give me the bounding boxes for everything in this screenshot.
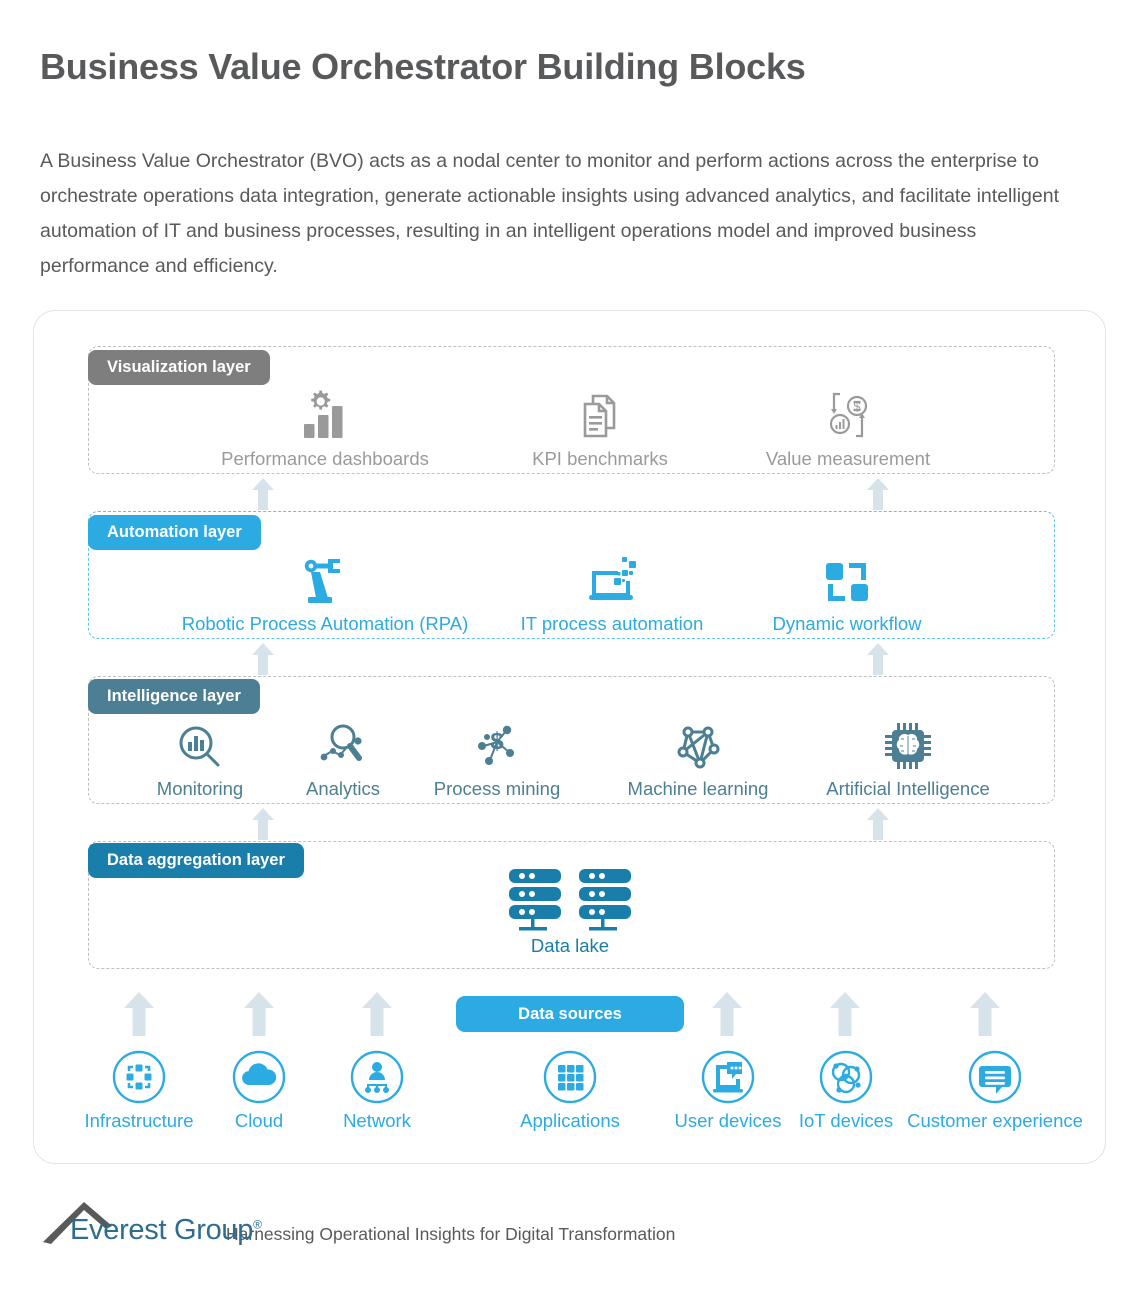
source-customer-experience: Customer experience bbox=[900, 1048, 1090, 1132]
item-label: Robotic Process Automation (RPA) bbox=[181, 613, 469, 634]
item-data-lake: Data lake bbox=[470, 865, 670, 957]
item-kpi-benchmarks: KPI benchmarks bbox=[500, 386, 700, 470]
item-dynamic-workflow: Dynamic workflow bbox=[762, 551, 932, 635]
intelligence-layer-label: Intelligence layer bbox=[88, 679, 260, 714]
item-performance-dashboards: Performance dashboards bbox=[212, 386, 438, 470]
item-it-process-automation: IT process automation bbox=[512, 551, 712, 635]
arrow-network-up bbox=[360, 992, 394, 1041]
magnifier-bars-icon bbox=[138, 716, 262, 772]
arrow-user-devices-up bbox=[710, 992, 744, 1041]
arrow-infrastructure-up bbox=[122, 992, 156, 1041]
footer-tagline: Harnessing Operational Insights for Digi… bbox=[226, 1224, 676, 1244]
item-label: Artificial Intelligence bbox=[826, 778, 990, 799]
item-label: Analytics bbox=[305, 778, 381, 799]
visualization-layer-label: Visualization layer bbox=[88, 350, 270, 385]
source-infrastructure: Infrastructure bbox=[74, 1048, 204, 1132]
item-label: Performance dashboards bbox=[221, 448, 429, 469]
source-label: Cloud bbox=[234, 1110, 284, 1131]
arrow-data-to-intelligence-right bbox=[865, 808, 891, 840]
arrow-intelligence-to-automation-right bbox=[865, 643, 891, 675]
item-label: Data lake bbox=[530, 935, 610, 956]
source-label: IoT devices bbox=[798, 1110, 894, 1131]
source-user-devices: User devices bbox=[665, 1048, 791, 1132]
arrow-data-to-intelligence bbox=[250, 808, 276, 840]
source-label: Applications bbox=[520, 1110, 620, 1131]
infrastructure-frame-icon bbox=[74, 1048, 204, 1106]
item-process-mining: $ Process mining bbox=[424, 716, 570, 800]
item-label: KPI benchmarks bbox=[532, 448, 668, 469]
brain-chip-icon bbox=[810, 716, 1006, 772]
everest-group-logo: Everest Group® bbox=[40, 1196, 262, 1252]
item-label: Monitoring bbox=[156, 778, 244, 799]
source-label: Infrastructure bbox=[84, 1110, 194, 1131]
arrow-automation-to-visualization-right bbox=[865, 478, 891, 510]
item-analytics: Analytics bbox=[290, 716, 396, 800]
server-stacks-icon bbox=[470, 865, 670, 933]
arrow-intelligence-to-automation bbox=[250, 643, 276, 675]
cloud-icon bbox=[204, 1048, 314, 1106]
automation-layer-label: Automation layer bbox=[88, 515, 261, 550]
item-monitoring: Monitoring bbox=[138, 716, 262, 800]
data-sources-label: Data sources bbox=[456, 996, 684, 1032]
item-label: Value measurement bbox=[765, 448, 931, 469]
item-value-measurement: $ Value measurement bbox=[748, 386, 948, 470]
documents-icon bbox=[500, 386, 700, 442]
source-cloud: Cloud bbox=[204, 1048, 314, 1132]
item-label: Process mining bbox=[433, 778, 561, 799]
neural-graph-icon bbox=[618, 716, 778, 772]
laptop-chat-icon bbox=[665, 1048, 791, 1106]
workflow-squares-icon bbox=[762, 551, 932, 607]
arrow-iot-devices-up bbox=[828, 992, 862, 1041]
arrow-automation-to-visualization bbox=[250, 478, 276, 510]
svg-text:$: $ bbox=[853, 399, 861, 414]
dollar-network-icon: $ bbox=[424, 716, 570, 772]
source-applications: Applications bbox=[505, 1048, 635, 1132]
intro-paragraph: A Business Value Orchestrator (BVO) acts… bbox=[40, 150, 1059, 277]
source-label: Customer experience bbox=[907, 1110, 1083, 1131]
item-label: Machine learning bbox=[627, 778, 769, 799]
svg-text:$: $ bbox=[490, 728, 504, 755]
logo-text: Everest Group® bbox=[70, 1214, 262, 1246]
infographic-page: Business Value Orchestrator Building Blo… bbox=[0, 0, 1137, 1301]
source-iot-devices: IoT devices bbox=[786, 1048, 906, 1132]
item-label: Dynamic workflow bbox=[772, 613, 922, 634]
item-machine-learning: Machine learning bbox=[618, 716, 778, 800]
speech-bubble-icon bbox=[900, 1048, 1090, 1106]
iot-globe-icon bbox=[786, 1048, 906, 1106]
gear-bar-chart-icon bbox=[212, 386, 438, 442]
item-artificial-intelligence: Artificial Intelligence bbox=[810, 716, 1006, 800]
value-cycle-icon: $ bbox=[748, 386, 948, 442]
source-network: Network bbox=[317, 1048, 437, 1132]
source-label: Network bbox=[343, 1110, 411, 1131]
arrow-customer-experience-up bbox=[968, 992, 1002, 1041]
source-label: User devices bbox=[674, 1110, 782, 1131]
page-title: Business Value Orchestrator Building Blo… bbox=[40, 46, 806, 87]
magnifier-scatter-icon bbox=[290, 716, 396, 772]
footer: Everest Group® Harnessing Operational In… bbox=[40, 1196, 675, 1252]
laptop-pixels-icon bbox=[512, 551, 712, 607]
app-grid-icon bbox=[505, 1048, 635, 1106]
arrow-cloud-up bbox=[242, 992, 276, 1041]
item-rpa: Robotic Process Automation (RPA) bbox=[168, 551, 482, 635]
item-label: IT process automation bbox=[520, 613, 704, 634]
robot-arm-icon bbox=[168, 551, 482, 607]
data-aggregation-layer-label: Data aggregation layer bbox=[88, 843, 304, 878]
network-hierarchy-icon bbox=[317, 1048, 437, 1106]
